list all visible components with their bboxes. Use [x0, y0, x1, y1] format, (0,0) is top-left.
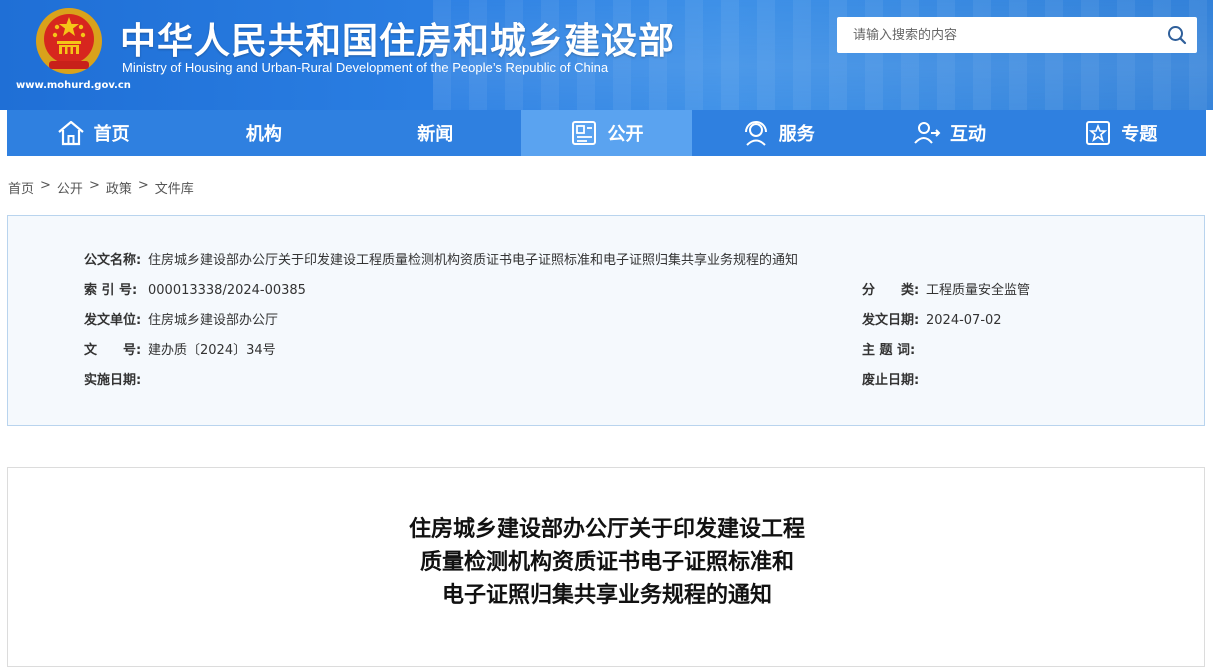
- search-box: [837, 17, 1197, 53]
- service-icon: [744, 121, 767, 146]
- article-title-line: 质量检测机构资质证书电子证照标准和: [419, 550, 794, 575]
- meta-value-issuer: 住房城乡建设部办公厅: [148, 313, 279, 328]
- disclosure-icon: [572, 121, 597, 145]
- meta-row-expire: 废止日期:: [862, 369, 926, 388]
- breadcrumb-file-library[interactable]: 文件库: [155, 178, 194, 197]
- ministry-title-en: Ministry of Housing and Urban-Rural Deve…: [122, 60, 609, 75]
- document-metadata-box: 公文名称: 住房城乡建设部办公厅关于印发建设工程质量检测机构资质证书电子证照标准和…: [7, 215, 1205, 426]
- meta-value-docno: 建办质〔2024〕34号: [148, 343, 276, 358]
- breadcrumb-home[interactable]: 首页: [8, 178, 34, 197]
- interact-icon: [914, 122, 941, 144]
- meta-value-index: 000013338/2024-00385: [148, 283, 306, 298]
- meta-row-category: 分 类: 工程质量安全监管: [862, 279, 1030, 298]
- meta-label: 公文名称:: [84, 253, 142, 268]
- nav-item-agencies[interactable]: 机构: [178, 110, 349, 156]
- nav-item-news[interactable]: 新闻: [350, 110, 521, 156]
- meta-label: 文 号:: [84, 343, 142, 358]
- nav-item-home[interactable]: 首页: [7, 110, 178, 156]
- search-button[interactable]: [1157, 17, 1197, 53]
- meta-row-effective: 实施日期:: [84, 369, 148, 388]
- article-title: 住房城乡建设部办公厅关于印发建设工程 质量检测机构资质证书电子证照标准和 电子证…: [8, 513, 1206, 612]
- site-header: www.mohurd.gov.cn 中华人民共和国住房和城乡建设部 Minist…: [0, 0, 1213, 110]
- meta-value-category: 工程质量安全监管: [926, 283, 1031, 298]
- meta-label: 分 类:: [862, 283, 920, 298]
- breadcrumb-separator: >: [88, 178, 100, 193]
- nav-label: 新闻: [417, 124, 454, 145]
- breadcrumb-separator: >: [40, 178, 51, 193]
- nav-item-topics[interactable]: 专题: [1035, 110, 1206, 156]
- meta-label: 实施日期:: [84, 373, 142, 388]
- breadcrumb-disclosure[interactable]: 公开: [57, 178, 83, 197]
- article-title-line: 住房城乡建设部办公厅关于印发建设工程: [408, 517, 805, 542]
- meta-row-keywords: 主 题 词:: [862, 339, 926, 358]
- meta-label: 废止日期:: [862, 373, 920, 388]
- nav-label: 互动: [950, 124, 987, 145]
- main-nav: 首页 机构 新闻 公开 服务 互动 专题: [7, 110, 1206, 156]
- meta-label: 主 题 词:: [862, 343, 916, 358]
- site-url: www.mohurd.gov.cn: [16, 80, 131, 91]
- search-input[interactable]: [837, 18, 1157, 52]
- article-panel: 住房城乡建设部办公厅关于印发建设工程 质量检测机构资质证书电子证照标准和 电子证…: [7, 467, 1205, 667]
- ministry-title-cn[interactable]: 中华人民共和国住房和城乡建设部: [120, 12, 675, 64]
- national-emblem-icon[interactable]: [33, 5, 105, 77]
- nav-label: 服务: [778, 124, 815, 145]
- nav-item-interact[interactable]: 互动: [863, 110, 1034, 156]
- nav-item-disclosure[interactable]: 公开: [520, 110, 693, 156]
- breadcrumb-separator: >: [137, 178, 149, 193]
- meta-label: 发文日期:: [862, 313, 920, 328]
- meta-value-date: 2024-07-02: [926, 313, 1002, 328]
- nav-label: 首页: [93, 124, 130, 145]
- meta-row-date: 发文日期: 2024-07-02: [862, 309, 1002, 328]
- nav-label: 机构: [245, 124, 282, 145]
- topic-icon: [1086, 121, 1111, 145]
- search-icon: [1168, 26, 1187, 45]
- meta-row-index: 索 引 号: 000013338/2024-00385: [84, 279, 306, 298]
- article-title-line: 电子证照归集共享业务规程的通知: [441, 583, 772, 608]
- meta-label: 发文单位:: [84, 313, 142, 328]
- nav-label: 专题: [1121, 124, 1158, 145]
- nav-label: 公开: [607, 124, 644, 145]
- meta-row-docno: 文 号: 建办质〔2024〕34号: [84, 339, 276, 358]
- breadcrumb-policy[interactable]: 政策: [106, 178, 132, 197]
- meta-row-issuer: 发文单位: 住房城乡建设部办公厅: [84, 309, 278, 328]
- home-icon: [57, 120, 84, 146]
- nav-item-service[interactable]: 服务: [692, 110, 863, 156]
- breadcrumb: 首页 > 公开 > 政策 > 文件库: [8, 178, 194, 197]
- meta-value-name: 住房城乡建设部办公厅关于印发建设工程质量检测机构资质证书电子证照标准和电子证照归…: [148, 253, 799, 268]
- meta-row-name: 公文名称: 住房城乡建设部办公厅关于印发建设工程质量检测机构资质证书电子证照标准和…: [84, 249, 798, 268]
- meta-label: 索 引 号:: [84, 283, 138, 298]
